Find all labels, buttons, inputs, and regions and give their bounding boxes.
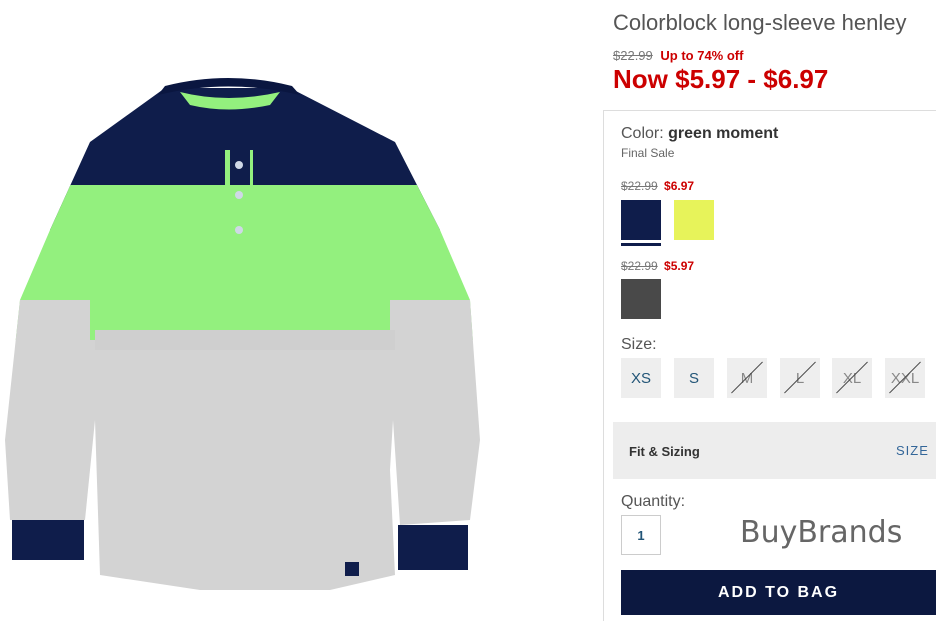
add-to-bag-button[interactable]: ADD TO BAG xyxy=(621,570,936,615)
final-sale-note: Final Sale xyxy=(621,146,675,160)
size-option-xl[interactable]: XL xyxy=(832,358,872,398)
size-option-xs[interactable]: XS xyxy=(621,358,661,398)
size-option-xxl[interactable]: XXL xyxy=(885,358,925,398)
size-label: Size: xyxy=(621,336,657,353)
watermark: BuyBrands xyxy=(740,515,903,550)
swatch-navy[interactable] xyxy=(621,200,661,240)
discount-text: Up to 74% off xyxy=(660,48,744,63)
color-group-price: $22.99 $6.97 xyxy=(621,179,695,193)
product-image xyxy=(0,0,600,620)
price-summary: $22.99 Up to 74% off xyxy=(613,48,743,63)
swatch-gray[interactable] xyxy=(621,279,661,319)
color-group-price: $22.99 $5.97 xyxy=(621,259,695,273)
swatch-yellow[interactable] xyxy=(674,200,714,240)
size-option-l[interactable]: L xyxy=(780,358,820,398)
quantity-input[interactable]: 1 xyxy=(621,515,661,555)
current-price: Now $5.97 - $6.97 xyxy=(613,64,829,94)
fit-sizing-label: Fit & Sizing xyxy=(629,444,700,459)
quantity-label: Quantity: xyxy=(621,493,686,510)
color-label: Color: green moment xyxy=(621,125,779,142)
selected-swatch-indicator xyxy=(621,243,661,246)
size-chart-link[interactable]: SIZE xyxy=(896,443,929,458)
product-title: Colorblock long-sleeve henley xyxy=(613,10,907,35)
size-option-m[interactable]: M xyxy=(727,358,767,398)
original-price: $22.99 xyxy=(613,48,653,63)
selected-color: green moment xyxy=(668,125,779,142)
size-option-s[interactable]: S xyxy=(674,358,714,398)
